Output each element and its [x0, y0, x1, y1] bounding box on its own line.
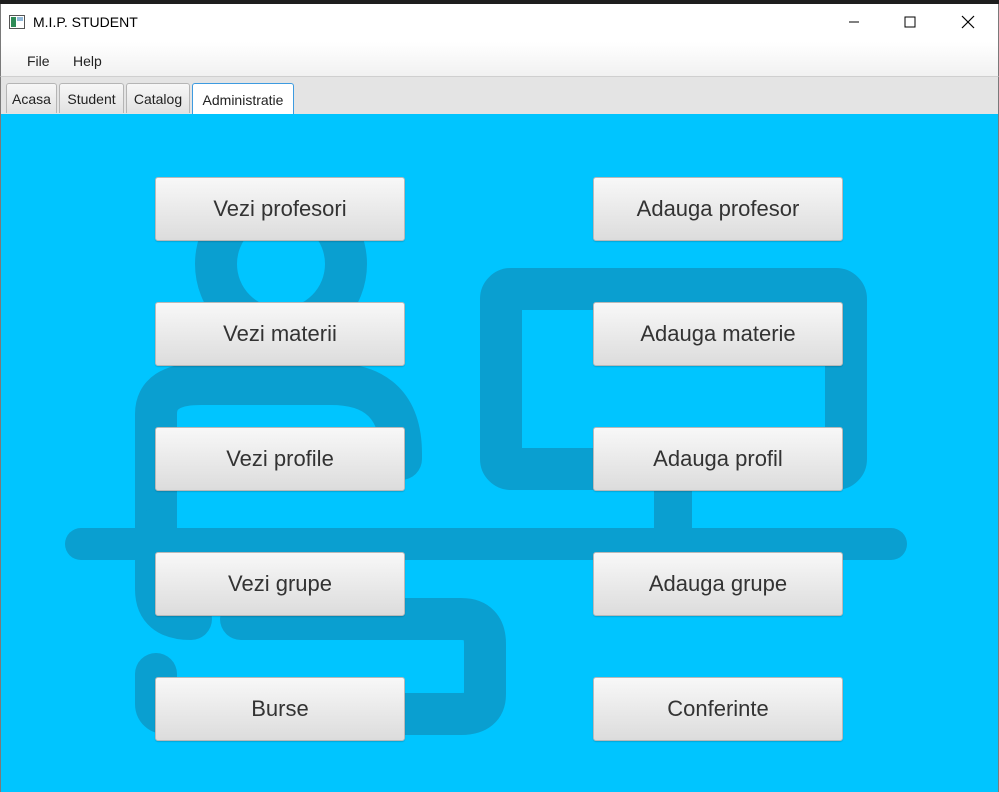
maximize-button[interactable] [887, 4, 933, 40]
close-button[interactable] [945, 4, 991, 40]
menu-help[interactable]: Help [73, 53, 102, 69]
menu-bar: File Help [0, 42, 999, 76]
window-title: M.I.P. STUDENT [33, 14, 138, 30]
adauga-grupe-button[interactable]: Adauga grupe [593, 552, 843, 616]
adauga-profesor-button[interactable]: Adauga profesor [593, 177, 843, 241]
vezi-materii-button[interactable]: Vezi materii [155, 302, 405, 366]
minimize-button[interactable] [831, 4, 877, 40]
minimize-icon [849, 21, 859, 23]
tab-student[interactable]: Student [59, 83, 124, 113]
vezi-profesori-button[interactable]: Vezi profesori [155, 177, 405, 241]
admin-panel: Vezi profesori Vezi materii Vezi profile… [0, 114, 999, 792]
tab-administratie[interactable]: Administratie [192, 83, 294, 115]
vezi-grupe-button[interactable]: Vezi grupe [155, 552, 405, 616]
vezi-profile-button[interactable]: Vezi profile [155, 427, 405, 491]
adauga-profil-button[interactable]: Adauga profil [593, 427, 843, 491]
menu-file[interactable]: File [27, 53, 50, 69]
tab-catalog[interactable]: Catalog [126, 83, 190, 113]
conferinte-button[interactable]: Conferinte [593, 677, 843, 741]
title-bar: M.I.P. STUDENT [0, 4, 999, 42]
app-icon [9, 15, 25, 29]
maximize-icon [904, 16, 916, 28]
background-logo-graphic [65, 178, 907, 735]
tab-bar: Acasa Student Catalog Administratie [0, 76, 999, 115]
adauga-materie-button[interactable]: Adauga materie [593, 302, 843, 366]
tab-acasa[interactable]: Acasa [6, 83, 57, 113]
close-icon [961, 15, 975, 29]
burse-button[interactable]: Burse [155, 677, 405, 741]
